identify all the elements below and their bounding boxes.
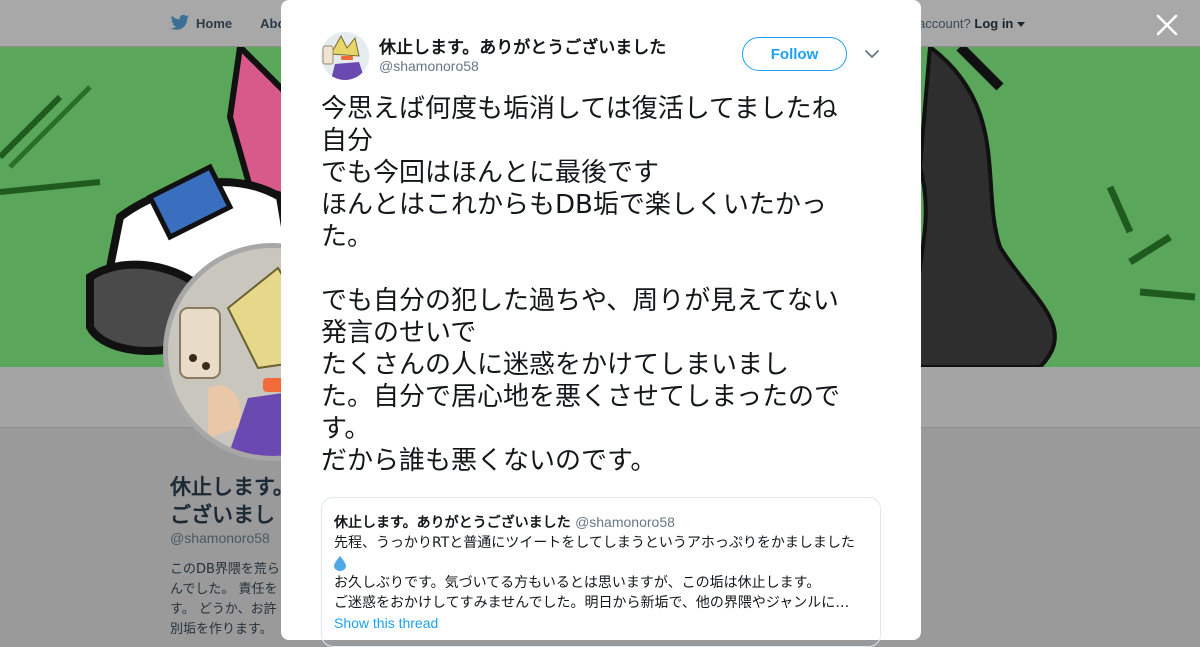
droplet-icon bbox=[334, 555, 346, 571]
author-avatar[interactable] bbox=[321, 32, 369, 80]
profile-bio: このDB界隈を荒ら んでした。 責任を す。 どうか、お許 別垢を作ります。 bbox=[170, 560, 286, 640]
show-thread-link[interactable]: Show this thread bbox=[334, 615, 438, 631]
tweet-text: 今思えば何度も垢消しては復活してましたね 自分 でも今回はほんとに最後です ほん… bbox=[321, 93, 886, 477]
quoted-tweet-text: 先程、うっかりRTと普通にツイートをしてしまうというアホっぷりをかましました お… bbox=[334, 533, 866, 613]
bio-line: す。 どうか、お許 bbox=[170, 602, 277, 617]
profile-handle: @shamonoro58 bbox=[170, 530, 270, 546]
bio-line: んでした。 責任を bbox=[170, 582, 278, 597]
tweet-text-line: たくさんの人に迷惑をかけてしまいまし bbox=[321, 350, 790, 380]
caret-down-icon[interactable] bbox=[1017, 21, 1026, 28]
login-link[interactable]: Log in bbox=[974, 16, 1013, 31]
account-prompt: account? bbox=[918, 16, 971, 31]
quoted-author-handle: @shamonoro58 bbox=[575, 514, 675, 530]
quoted-author-name: 休止します。ありがとうございました bbox=[334, 515, 571, 531]
tweet-text-line: た。自分で居心地を悪くさせてしまったので bbox=[321, 382, 840, 412]
profile-name-line: ございまし bbox=[170, 503, 275, 527]
tweet-text-line: ほんとはこれからもDB垢で楽しくいたかっ bbox=[321, 190, 827, 220]
quoted-text-line: ご迷惑をおかけしてすみませんでした。明日から新垢で、他の界隈やジャンルに… bbox=[334, 595, 850, 611]
tweet-text-line: でも今回はほんとに最後です bbox=[321, 158, 660, 188]
quoted-text-line bbox=[334, 553, 866, 573]
close-icon[interactable] bbox=[1154, 12, 1180, 38]
profile-name: 休止します。あり ございまし bbox=[170, 473, 288, 529]
quoted-tweet-card[interactable]: 休止します。ありがとうございました @shamonoro58 先程、うっかりRT… bbox=[321, 497, 881, 647]
tweet-text-line: 今思えば何度も垢消しては復活してましたね bbox=[321, 94, 838, 124]
twitter-bird-icon[interactable] bbox=[170, 14, 190, 32]
tweet-modal: 休止します。ありがとうございました @shamonoro58 Follow 今思… bbox=[281, 0, 921, 647]
quoted-tweet-header: 休止します。ありがとうございました @shamonoro58 bbox=[334, 512, 675, 532]
tweet-text-line: でも自分の犯した過ちや、周りが見えてない bbox=[321, 286, 839, 316]
bio-line: 別垢を作ります。 bbox=[170, 622, 273, 637]
follow-button[interactable]: Follow bbox=[742, 37, 847, 71]
nav-home-link[interactable]: Home bbox=[196, 16, 232, 31]
account-area: account? Log in bbox=[918, 16, 1026, 31]
tweet-text-line: す。 bbox=[321, 414, 371, 444]
author-avatar-illustration bbox=[321, 32, 369, 80]
tweet-text-line: た。 bbox=[321, 222, 374, 252]
quoted-text-line: お久しぶりです。気づいてる方もいるとは思いますが、この垢は休止します。 bbox=[334, 575, 821, 591]
tweet-author-handle[interactable]: @shamonoro58 bbox=[379, 58, 479, 74]
tweet-text-line: 自分 bbox=[321, 126, 374, 156]
quoted-text-line: 先程、うっかりRTと普通にツイートをしてしまうというアホっぷりをかましました bbox=[334, 535, 855, 551]
tweet-text-line: 発言のせいで bbox=[321, 318, 477, 348]
tweet-author-name[interactable]: 休止します。ありがとうございました bbox=[379, 33, 666, 58]
bio-line: このDB界隈を荒ら bbox=[170, 562, 280, 577]
profile-name-line: 休止します。あり bbox=[170, 475, 288, 499]
tweet-text-line: だから誰も悪くないのです。 bbox=[321, 446, 657, 476]
chevron-down-icon[interactable] bbox=[864, 47, 880, 61]
